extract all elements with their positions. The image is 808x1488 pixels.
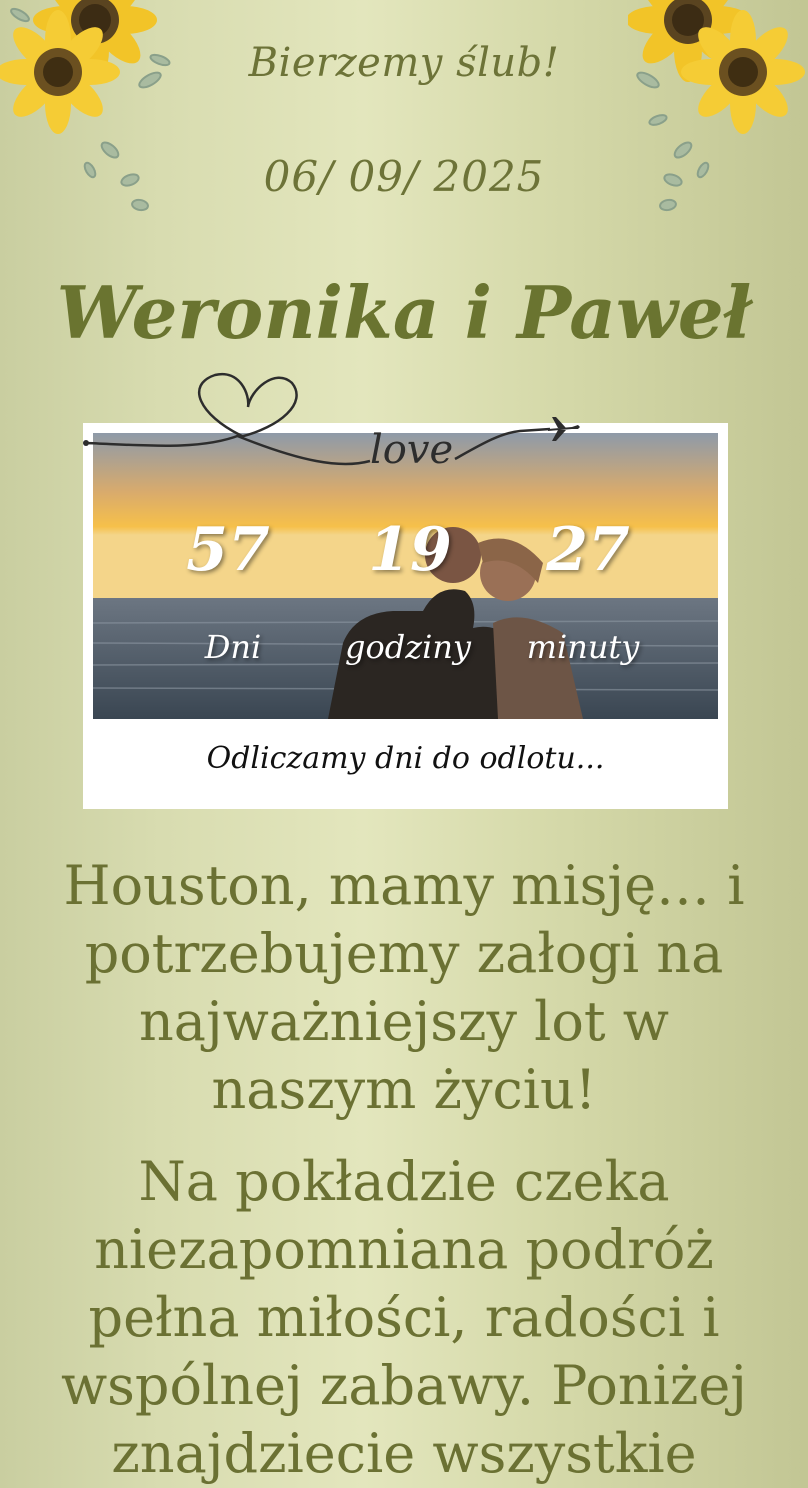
couple-names: Weronika i Paweł: [56, 270, 752, 355]
hours-value: 19: [368, 515, 452, 585]
countdown-card: 57 19 27 Dni godziny minuty Odliczamy dn…: [83, 423, 728, 809]
minutes-label: minuty: [526, 628, 640, 666]
days-label: Dni: [204, 628, 262, 666]
countdown-caption: Odliczamy dni do odlotu...: [206, 741, 605, 776]
heart-icon: [85, 372, 371, 466]
minutes-value: 27: [546, 515, 630, 585]
intro-paragraph: Houston, mamy misję… i potrzebujemy zało…: [63, 854, 745, 1121]
hours-label: godziny: [344, 628, 471, 666]
couple-photo: 57 19 27 Dni godziny minuty: [93, 433, 718, 719]
heart-line-decoration: love: [83, 372, 580, 473]
invitation-page: Bierzemy ślub! 06/ 09/ 2025 Weronika i P…: [0, 0, 808, 1485]
details-paragraph: Na pokładzie czeka niezapomniana podróż …: [60, 1150, 748, 1485]
love-text: love: [370, 427, 453, 473]
wedding-subtitle: Bierzemy ślub!: [248, 40, 560, 86]
wedding-date: 06/ 09/ 2025: [263, 152, 545, 201]
airplane-icon: [548, 417, 580, 441]
days-value: 57: [186, 515, 270, 585]
